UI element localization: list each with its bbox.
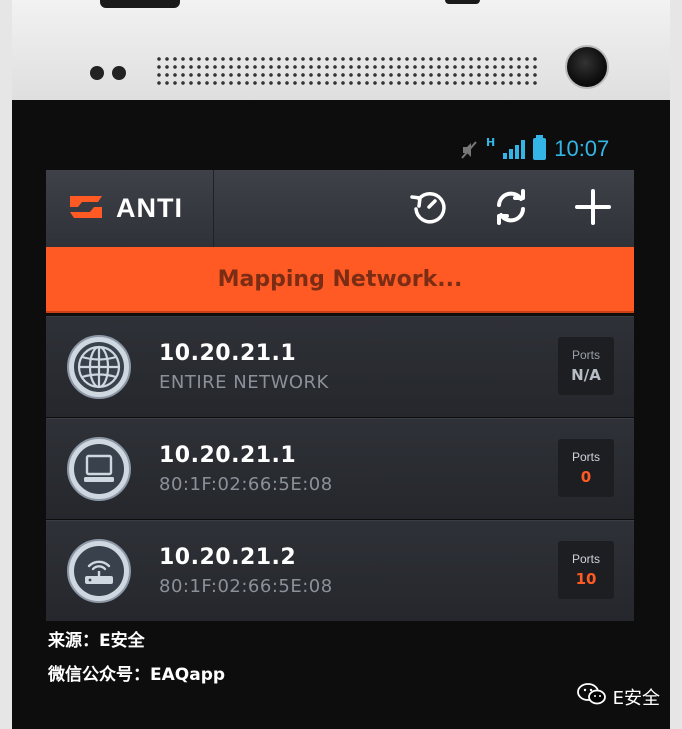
history-icon bbox=[409, 187, 449, 231]
computer-icon bbox=[67, 437, 131, 501]
mapping-status-text: Mapping Network... bbox=[217, 266, 463, 292]
battery-icon bbox=[533, 135, 547, 160]
ports-value: 10 bbox=[575, 570, 597, 588]
proximity-sensor bbox=[90, 66, 104, 80]
mute-icon bbox=[460, 140, 478, 159]
mapping-banner: Mapping Network... bbox=[46, 247, 634, 313]
ports-label: Ports bbox=[571, 348, 600, 362]
globe-icon bbox=[67, 335, 131, 399]
refresh-icon bbox=[491, 187, 531, 231]
device-list: 10.20.21.1 ENTIRE NETWORK Ports N/A 10.2… bbox=[46, 316, 634, 622]
device-subtitle: 80:1F:02:66:5E:08 bbox=[159, 576, 333, 597]
status-bar: H 10:07 bbox=[460, 134, 630, 164]
app-bar-actions bbox=[388, 170, 634, 247]
add-icon bbox=[574, 188, 612, 230]
power-button bbox=[100, 0, 180, 8]
zimperium-logo-icon bbox=[68, 192, 104, 226]
list-item[interactable]: 10.20.21.1 80:1F:02:66:5E:08 Ports 0 bbox=[46, 418, 634, 519]
refresh-button[interactable] bbox=[470, 170, 552, 247]
device-text: 10.20.21.2 80:1F:02:66:5E:08 bbox=[159, 545, 333, 597]
wechat-icon bbox=[576, 682, 607, 711]
light-sensor bbox=[112, 66, 126, 80]
ports-value: N/A bbox=[571, 366, 601, 384]
list-item[interactable]: 10.20.21.2 80:1F:02:66:5E:08 Ports 10 bbox=[46, 520, 634, 621]
ports-badge: Ports 10 bbox=[558, 541, 614, 599]
earpiece-speaker bbox=[155, 55, 540, 85]
watermark-wechat: 微信公众号：EAQapp bbox=[48, 665, 226, 685]
ports-value: 0 bbox=[580, 468, 592, 486]
device-subtitle: 80:1F:02:66:5E:08 bbox=[159, 474, 333, 495]
device-subtitle: ENTIRE NETWORK bbox=[159, 372, 329, 393]
watermark-brand: E安全 bbox=[576, 682, 660, 711]
network-type-label: H bbox=[486, 136, 496, 149]
app-bar: ANTI bbox=[46, 170, 634, 247]
watermark-brand-text: E安全 bbox=[612, 687, 660, 709]
front-camera bbox=[565, 45, 609, 89]
ports-label: Ports bbox=[571, 552, 600, 566]
router-icon bbox=[67, 539, 131, 603]
add-button[interactable] bbox=[552, 170, 634, 247]
device-text: 10.20.21.1 80:1F:02:66:5E:08 bbox=[159, 443, 333, 495]
signal-icon bbox=[503, 139, 526, 159]
watermark-source: 来源：E安全 bbox=[48, 631, 145, 651]
ports-badge: Ports 0 bbox=[558, 439, 614, 497]
device-ip: 10.20.21.1 bbox=[159, 443, 297, 468]
history-button[interactable] bbox=[388, 170, 470, 247]
app-title: ANTI bbox=[116, 193, 183, 223]
app-brand[interactable]: ANTI bbox=[46, 170, 214, 247]
ports-label: Ports bbox=[571, 450, 600, 464]
status-time: 10:07 bbox=[554, 136, 610, 161]
device-text: 10.20.21.1 ENTIRE NETWORK bbox=[159, 341, 329, 393]
device-ip: 10.20.21.1 bbox=[159, 341, 297, 366]
sensor-slot bbox=[445, 0, 480, 4]
list-item[interactable]: 10.20.21.1 ENTIRE NETWORK Ports N/A bbox=[46, 316, 634, 417]
ports-badge: Ports N/A bbox=[558, 337, 614, 395]
device-ip: 10.20.21.2 bbox=[159, 545, 297, 570]
